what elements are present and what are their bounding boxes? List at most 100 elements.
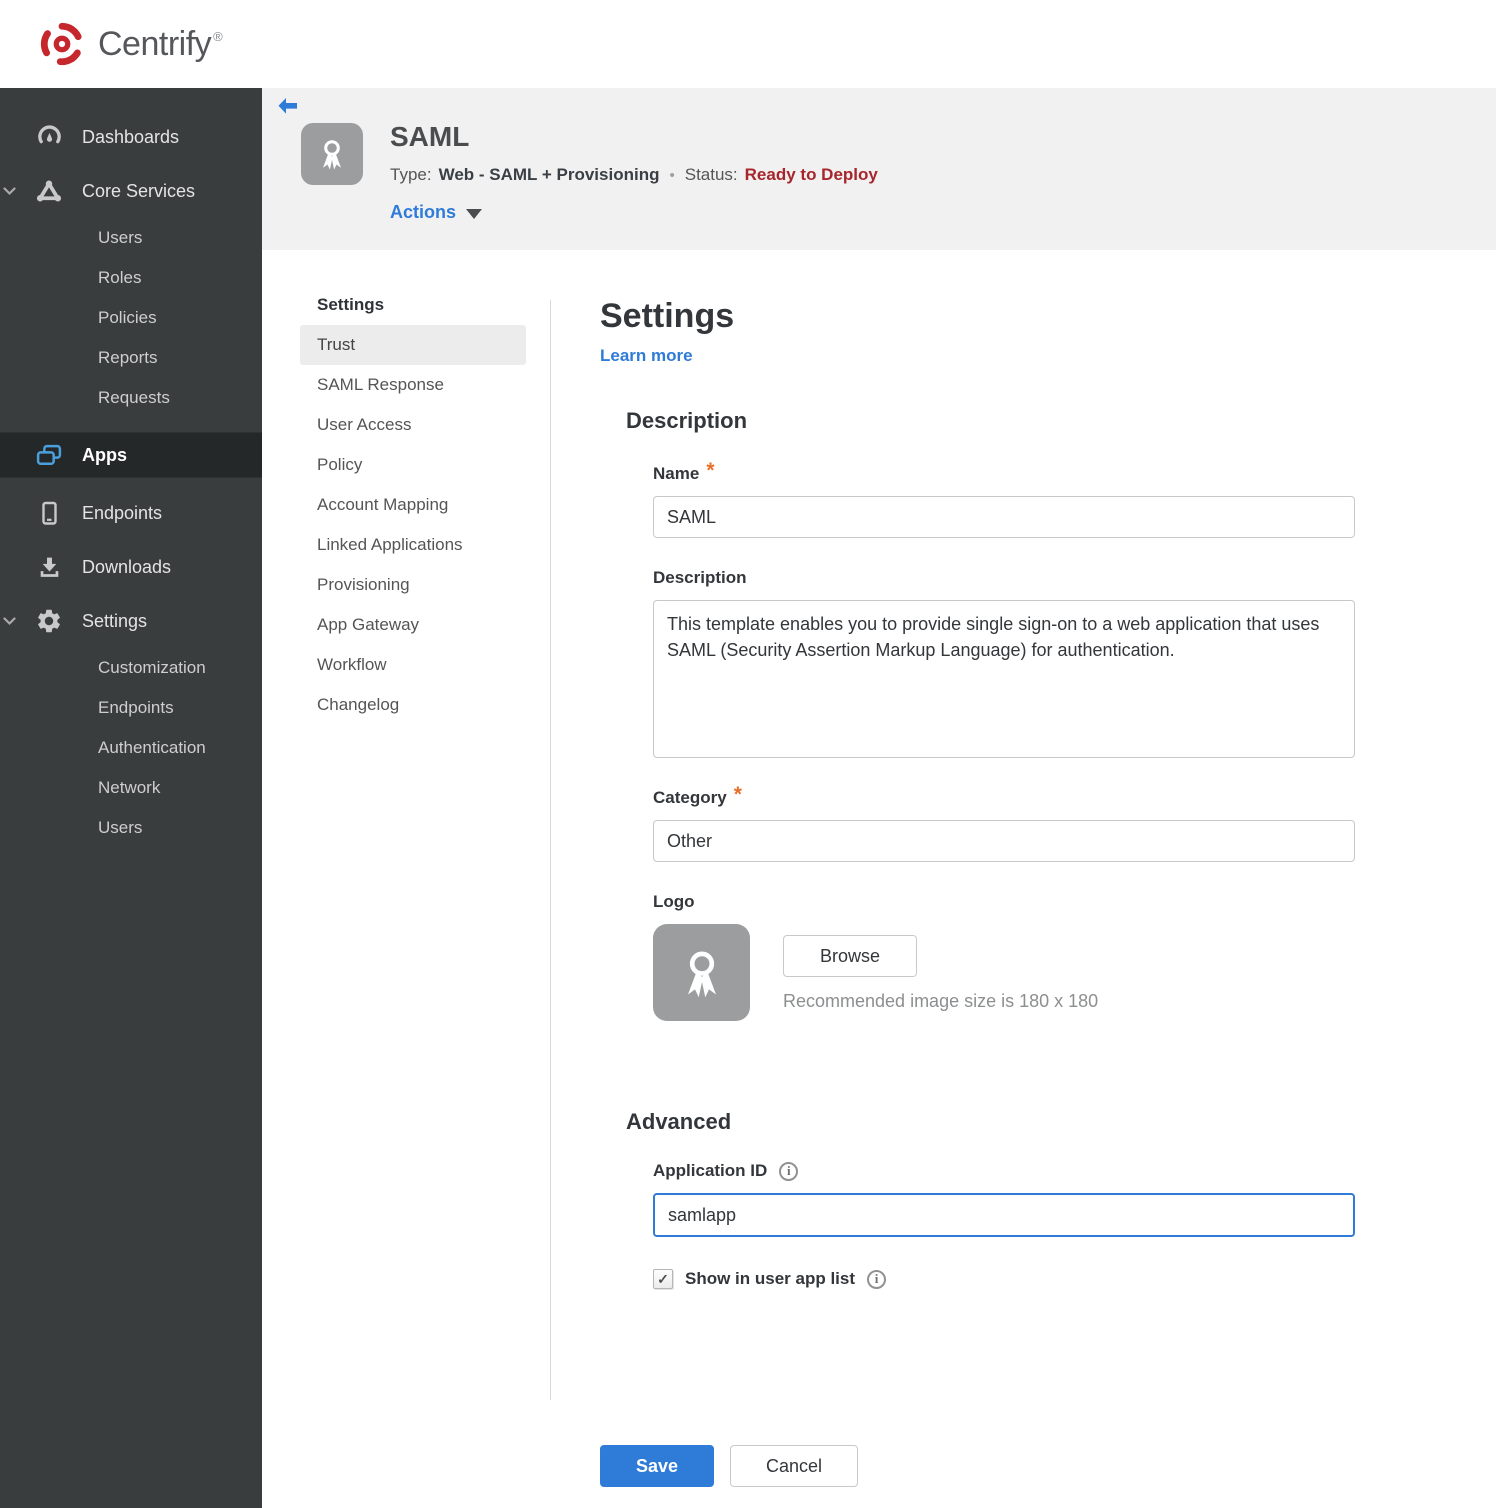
subnav-title: Settings bbox=[317, 295, 385, 314]
save-button[interactable]: Save bbox=[600, 1445, 714, 1487]
gauge-icon bbox=[34, 124, 64, 151]
type-value: Web - SAML + Provisioning bbox=[438, 165, 660, 184]
sidebar-item-customization[interactable]: Customization bbox=[0, 648, 262, 688]
subnav-item-trust[interactable]: Trust bbox=[300, 325, 526, 365]
subnav-item-workflow[interactable]: Workflow bbox=[300, 645, 526, 685]
settings-subitems: Customization Endpoints Authentication N… bbox=[0, 648, 262, 848]
subnav-item-provisioning[interactable]: Provisioning bbox=[300, 565, 526, 605]
sidebar-item-authentication[interactable]: Authentication bbox=[0, 728, 262, 768]
page-title: Settings bbox=[600, 297, 735, 335]
sidebar-item-policies[interactable]: Policies bbox=[0, 298, 262, 338]
sidebar-item-endpoints[interactable]: Endpoints bbox=[0, 486, 262, 540]
application-id-label-text: Application ID bbox=[653, 1161, 768, 1180]
show-in-user-app-list-label: Show in user app list bbox=[685, 1269, 856, 1288]
sidebar-item-requests[interactable]: Requests bbox=[0, 378, 262, 418]
actions-label: Actions bbox=[390, 202, 457, 222]
sidebar-item-label: Apps bbox=[82, 444, 127, 465]
gear-icon bbox=[34, 607, 64, 635]
ribbon-icon bbox=[323, 140, 341, 170]
required-asterisk: * bbox=[733, 783, 742, 806]
required-asterisk: * bbox=[706, 459, 715, 482]
status-value: Ready to Deploy bbox=[744, 165, 878, 184]
subnav-item-user-access[interactable]: User Access bbox=[300, 405, 526, 445]
category-field-group: Category * bbox=[653, 783, 1360, 862]
sidebar-item-network[interactable]: Network bbox=[0, 768, 262, 808]
centrify-logo: Centrify ® bbox=[38, 20, 223, 68]
subnav-item-account-mapping[interactable]: Account Mapping bbox=[300, 485, 526, 525]
application-id-label: Application ID i bbox=[653, 1161, 1360, 1181]
subnav-item-policy[interactable]: Policy bbox=[300, 445, 526, 485]
dot-separator: • bbox=[669, 166, 675, 184]
logo-label-text: Logo bbox=[653, 892, 695, 911]
app-title: SAML bbox=[390, 121, 470, 152]
core-services-icon bbox=[34, 178, 64, 204]
sidebar-item-downloads[interactable]: Downloads bbox=[0, 540, 262, 594]
advanced-section: Advanced Application ID i ✓ Show in user… bbox=[626, 1109, 1360, 1289]
type-label: Type: bbox=[390, 165, 432, 184]
apps-icon bbox=[34, 443, 64, 468]
name-label: Name * bbox=[653, 459, 1360, 484]
sidebar-item-settings[interactable]: Settings bbox=[0, 594, 262, 648]
sidebar-item-core-services[interactable]: Core Services bbox=[0, 164, 262, 218]
brand-name-text: Centrify bbox=[98, 24, 212, 63]
back-arrow-icon bbox=[278, 98, 297, 114]
sidebar-item-apps[interactable]: Apps bbox=[0, 432, 262, 478]
status-label: Status: bbox=[684, 165, 738, 184]
centrify-swirl-icon bbox=[38, 20, 86, 68]
mobile-icon bbox=[34, 500, 64, 527]
subnav-item-linked-applications[interactable]: Linked Applications bbox=[300, 525, 526, 565]
info-icon[interactable]: i bbox=[867, 1269, 887, 1289]
actions-menu-button[interactable]: Actions bbox=[390, 202, 878, 223]
advanced-heading: Advanced bbox=[626, 1109, 732, 1134]
category-label: Category * bbox=[653, 783, 1360, 808]
core-services-subitems: Users Roles Policies Reports Requests bbox=[0, 218, 262, 418]
sidebar-item-endpoints-settings[interactable]: Endpoints bbox=[0, 688, 262, 728]
logo-label: Logo bbox=[653, 892, 1360, 912]
sidebar-item-label: Endpoints bbox=[82, 502, 163, 523]
registered-mark: ® bbox=[213, 28, 223, 44]
info-icon[interactable]: i bbox=[779, 1161, 799, 1181]
subnav-item-app-gateway[interactable]: App Gateway bbox=[300, 605, 526, 645]
sidebar-item-roles[interactable]: Roles bbox=[0, 258, 262, 298]
name-input[interactable] bbox=[653, 496, 1355, 538]
app-meta: Type: Web - SAML + Provisioning • Status… bbox=[390, 165, 878, 185]
application-id-field-group: Application ID i bbox=[653, 1161, 1360, 1237]
download-icon bbox=[34, 554, 64, 581]
description-textarea[interactable]: This template enables you to provide sin… bbox=[653, 600, 1355, 758]
browse-button[interactable]: Browse bbox=[783, 935, 917, 977]
sidebar-item-reports[interactable]: Reports bbox=[0, 338, 262, 378]
name-label-text: Name bbox=[653, 464, 700, 483]
caret-down-icon bbox=[466, 208, 483, 219]
app-header: SAML Type: Web - SAML + Provisioning • S… bbox=[262, 88, 1496, 250]
sidebar-item-users[interactable]: Users bbox=[0, 218, 262, 258]
main-area: SAML Type: Web - SAML + Provisioning • S… bbox=[262, 88, 1496, 1508]
subnav-item-changelog[interactable]: Changelog bbox=[300, 685, 526, 725]
back-button[interactable] bbox=[277, 97, 298, 116]
subnav-item-saml-response[interactable]: SAML Response bbox=[300, 365, 526, 405]
logo-field-group: Logo Browse Recommended image size is 18… bbox=[653, 892, 1360, 1021]
description-field-group: Description This template enables you to… bbox=[653, 568, 1360, 758]
checkbox-checked-icon[interactable]: ✓ bbox=[653, 1269, 673, 1289]
cancel-button[interactable]: Cancel bbox=[730, 1445, 858, 1487]
chevron-down-icon bbox=[3, 617, 16, 626]
sidebar-item-label: Settings bbox=[82, 610, 148, 631]
learn-more-link[interactable]: Learn more bbox=[600, 346, 693, 366]
description-label-text: Description bbox=[653, 568, 747, 587]
category-input[interactable] bbox=[653, 820, 1355, 862]
logo-row: Browse Recommended image size is 180 x 1… bbox=[653, 924, 1360, 1021]
sidebar: Dashboards Core Services Users Roles Pol… bbox=[0, 88, 262, 1508]
recommended-size-text: Recommended image size is 180 x 180 bbox=[783, 991, 1099, 1011]
show-in-user-app-list-row[interactable]: ✓ Show in user app list i bbox=[653, 1269, 1360, 1289]
sidebar-item-label: Downloads bbox=[82, 556, 172, 577]
settings-form: Settings Learn more Description Name * D… bbox=[600, 297, 1360, 1487]
content-area: Settings Trust SAML Response User Access… bbox=[262, 250, 1496, 1487]
sidebar-item-users-settings[interactable]: Users bbox=[0, 808, 262, 848]
sidebar-item-label: Dashboards bbox=[82, 126, 180, 147]
description-label: Description bbox=[653, 568, 1360, 588]
description-heading: Description bbox=[626, 408, 748, 433]
description-section: Description Name * Description This temp… bbox=[626, 408, 1360, 1021]
sidebar-item-dashboards[interactable]: Dashboards bbox=[0, 110, 262, 164]
ribbon-icon bbox=[687, 951, 716, 997]
category-label-text: Category bbox=[653, 788, 727, 807]
application-id-input[interactable] bbox=[653, 1193, 1355, 1237]
